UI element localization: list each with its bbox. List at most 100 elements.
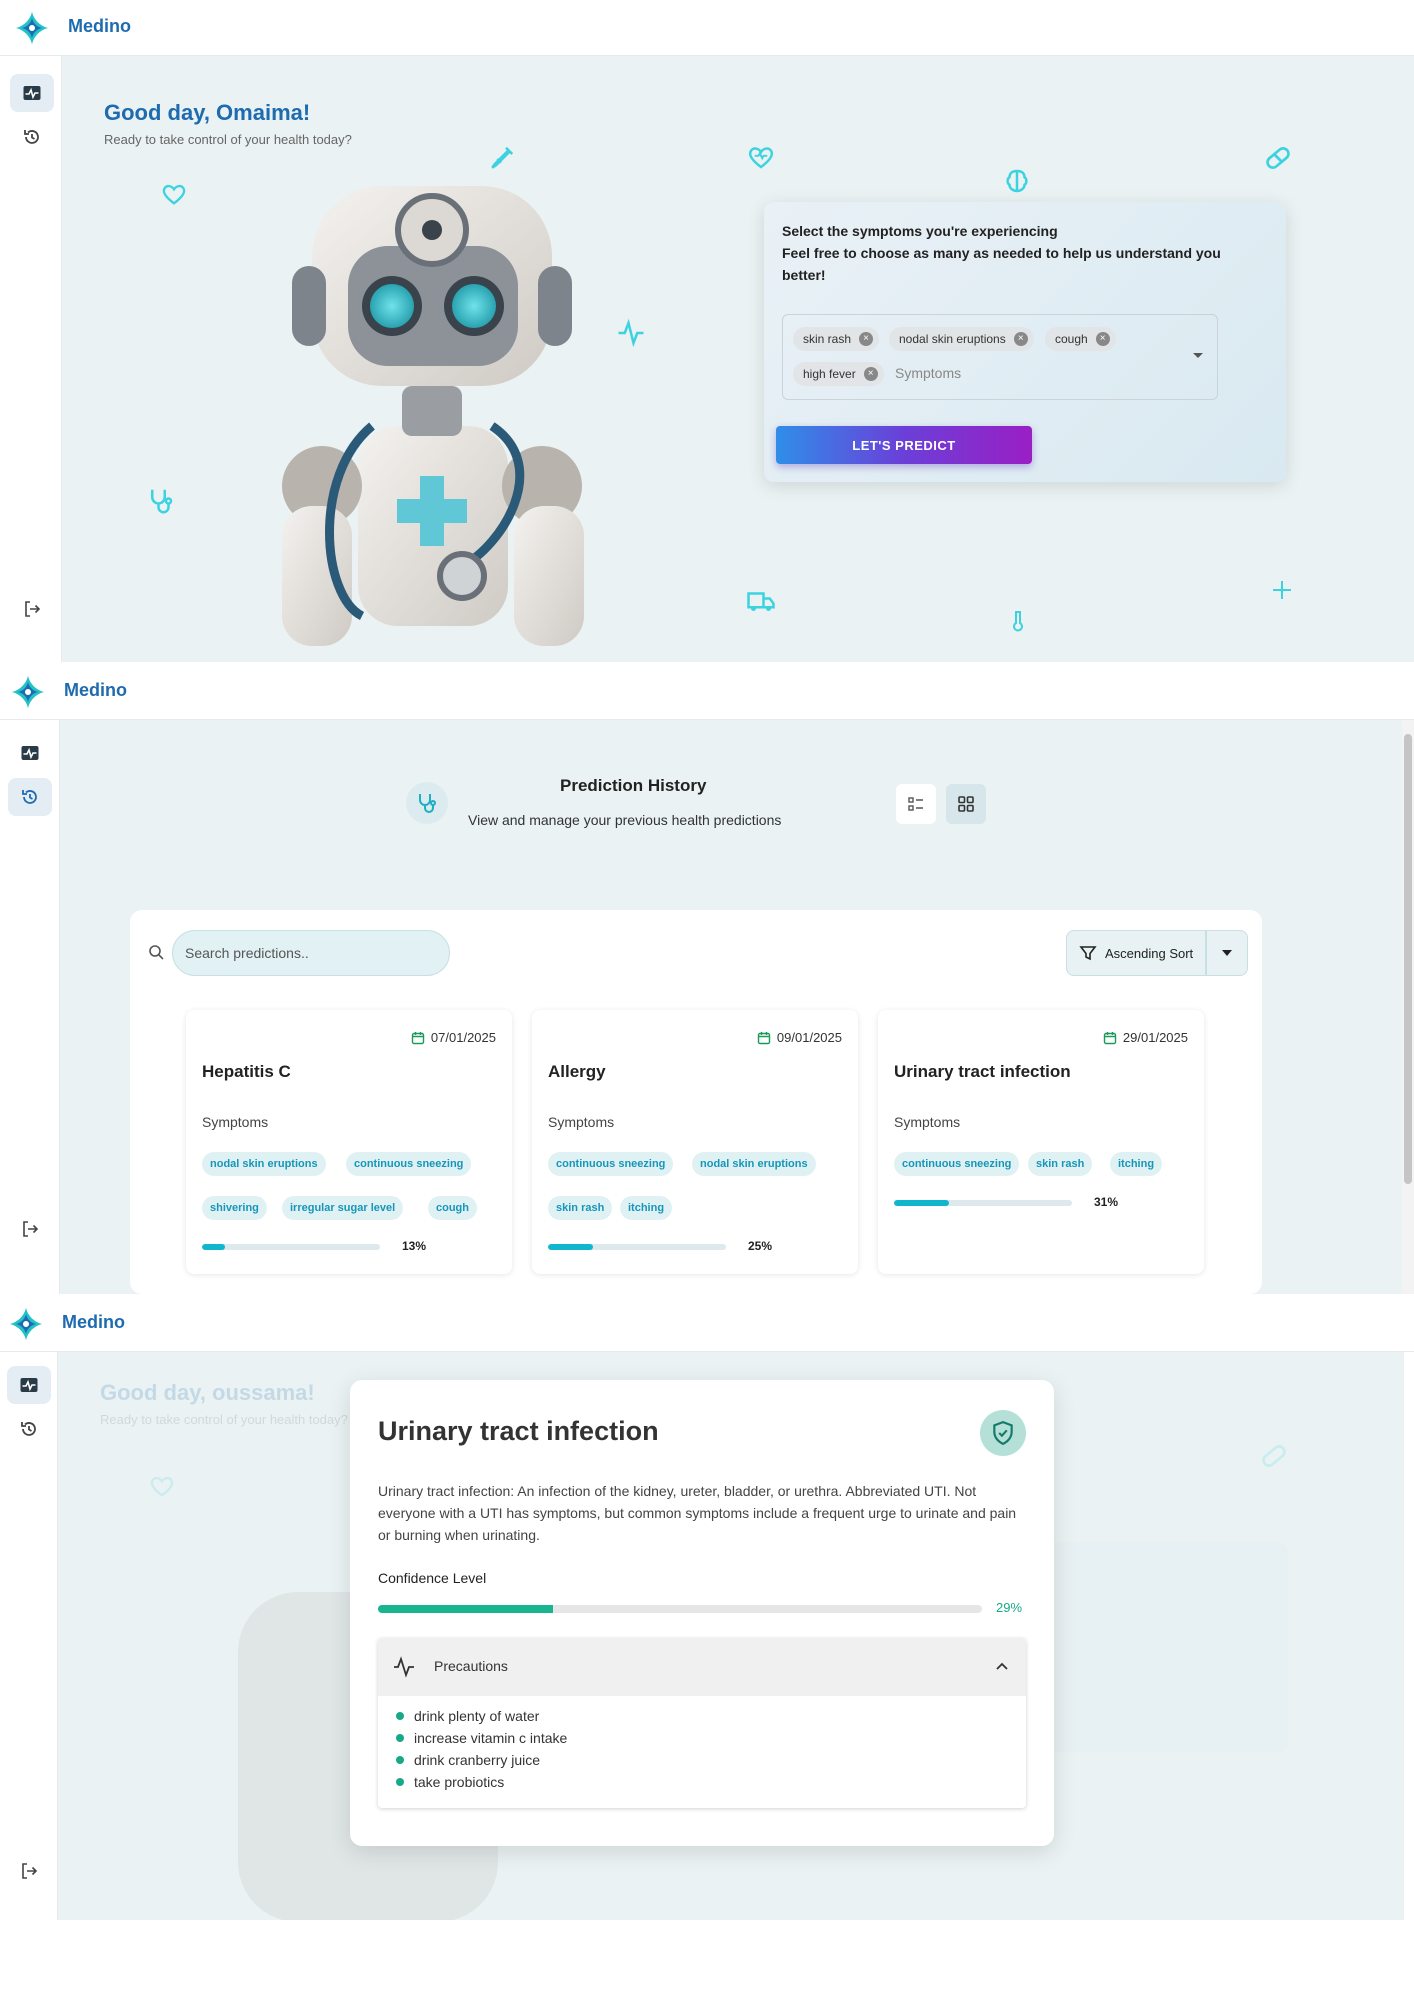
- sidebar-item-logout[interactable]: [7, 1852, 51, 1890]
- symptom-tag: irregular sugar level: [282, 1196, 404, 1220]
- prediction-date: 07/01/2025: [411, 1030, 496, 1045]
- heart-icon: [150, 1476, 174, 1497]
- background-symptom-card: [1048, 1542, 1288, 1752]
- confidence-bar: [378, 1605, 982, 1613]
- stethoscope-icon: [419, 794, 436, 813]
- search-input[interactable]: [172, 930, 450, 976]
- symptom-chip: cough ×: [1045, 327, 1116, 351]
- pill-icon: [1262, 1445, 1286, 1467]
- result-disease-title: Urinary tract infection: [378, 1416, 659, 1446]
- logout-icon: [20, 1219, 40, 1239]
- bullet: [396, 1734, 404, 1742]
- logout-icon: [22, 599, 42, 619]
- sort-button[interactable]: Ascending Sort: [1066, 930, 1206, 976]
- thermometer-icon: [1013, 611, 1023, 632]
- history-icon: [19, 1419, 39, 1439]
- confidence-bar: [548, 1244, 726, 1250]
- scrollbar-thumb[interactable]: [1404, 734, 1412, 1184]
- remove-chip-icon[interactable]: ×: [863, 367, 878, 381]
- sort-label: Ascending Sort: [1105, 945, 1194, 961]
- symptom-chip: skin rash ×: [793, 327, 880, 351]
- sidebar-item-logout[interactable]: [8, 1210, 52, 1248]
- stethoscope-icon: [151, 489, 173, 514]
- scrollbar[interactable]: [1402, 720, 1414, 1294]
- sidebar-item-history[interactable]: [7, 1410, 51, 1448]
- result-description: Urinary tract infection: An infection of…: [378, 1483, 1017, 1543]
- heart-monitor-icon: [19, 1375, 39, 1395]
- symptoms-multiselect[interactable]: skin rash × nodal skin eruptions × cough × …: [782, 314, 1218, 400]
- sidebar-item-logout[interactable]: [10, 590, 54, 628]
- robot-doctor-illustration: [282, 186, 584, 646]
- chevron-down-icon[interactable]: [1193, 353, 1203, 358]
- plus-icon: [1273, 581, 1291, 599]
- ambulance-icon: [747, 592, 775, 611]
- remove-chip-icon[interactable]: ×: [1013, 332, 1028, 346]
- confidence-bar-fill: [548, 1244, 593, 1250]
- precautions-header[interactable]: Precautions: [378, 1638, 1026, 1696]
- prediction-card[interactable]: 29/01/2025 Urinary tract infection Sympt…: [878, 1010, 1204, 1274]
- brand-name: Medino: [68, 16, 131, 36]
- list-view-button[interactable]: [896, 784, 936, 824]
- grid-view-button[interactable]: [946, 784, 986, 824]
- confidence-value: 29%: [996, 1600, 1023, 1615]
- history-icon: [22, 127, 42, 147]
- symptom-prompt-title: Select the symptoms you're experiencing: [782, 223, 1058, 239]
- symptom-prompt: Select the symptoms you're experiencing …: [782, 220, 1262, 286]
- bullet: [396, 1756, 404, 1764]
- confidence-value: 31%: [1094, 1195, 1119, 1209]
- top-bar: Medino: [0, 0, 1414, 56]
- sidebar-item-predict[interactable]: [8, 734, 52, 772]
- logout-icon: [19, 1861, 39, 1881]
- symptom-prompt-help: Feel free to choose as many as needed to…: [782, 245, 1221, 283]
- chevron-up-icon[interactable]: [996, 1662, 1008, 1670]
- confidence-value: 25%: [748, 1239, 773, 1253]
- stethoscope-icon-badge: [406, 782, 448, 824]
- prediction-card[interactable]: 09/01/2025 Allergy Symptoms continuous s…: [532, 1010, 858, 1274]
- symptom-tag: nodal skin eruptions: [692, 1152, 816, 1176]
- prediction-card[interactable]: 07/01/2025 Hepatitis C Symptoms nodal sk…: [186, 1010, 512, 1274]
- prediction-date: 29/01/2025: [1103, 1030, 1188, 1045]
- search-icon: [149, 945, 164, 960]
- heart-monitor-icon: [22, 83, 42, 103]
- confidence-bar-fill: [378, 1605, 554, 1613]
- sidebar: [0, 720, 60, 1294]
- prediction-result-dialog: Urinary tract infection Urinary tract in…: [350, 1380, 1054, 1846]
- remove-chip-icon[interactable]: ×: [859, 332, 874, 346]
- symptoms-label: Symptoms: [548, 1114, 615, 1130]
- sidebar-item-history[interactable]: [8, 778, 52, 816]
- history-panel: Ascending Sort 07/01/2025 Hepatitis C Sy…: [130, 910, 1262, 1294]
- predict-button[interactable]: LET'S PREDICT: [776, 426, 1032, 464]
- sidebar-item-predict[interactable]: [7, 1366, 51, 1404]
- prediction-disease: Hepatitis C: [202, 1062, 291, 1081]
- brain-icon: [1006, 169, 1028, 193]
- bullet: [396, 1712, 404, 1720]
- brand-name: Medino: [64, 680, 127, 700]
- symptoms-input-placeholder[interactable]: Symptoms: [895, 365, 961, 381]
- confidence-bar: [894, 1200, 1072, 1206]
- confidence-bar-fill: [894, 1200, 950, 1206]
- heart-icon: [162, 184, 186, 205]
- activity-icon: [618, 318, 644, 348]
- history-screen: Medino Prediction History View and manag…: [0, 664, 1414, 1294]
- page-title: Prediction History: [560, 776, 707, 795]
- prediction-screen: Medino Good day, Omaima! Ready to take c…: [0, 0, 1414, 662]
- sort-dropdown-button[interactable]: [1206, 930, 1248, 976]
- grid-view-icon: [958, 796, 974, 812]
- calendar-icon: [757, 1031, 771, 1044]
- medical-cross-logo: [10, 674, 46, 710]
- list-view-icon: [908, 797, 923, 811]
- calendar-icon: [1103, 1031, 1117, 1044]
- symptom-tag: continuous sneezing: [894, 1152, 1020, 1176]
- prediction-disease: Urinary tract infection: [894, 1062, 1071, 1081]
- sidebar-item-history[interactable]: [10, 118, 54, 156]
- symptom-tag: skin rash: [1028, 1152, 1093, 1176]
- confidence-bar-fill: [202, 1244, 226, 1250]
- main-content: Good day, oussama! Ready to take control…: [58, 1352, 1404, 1920]
- sidebar-item-predict[interactable]: [10, 74, 54, 112]
- confidence-value: 13%: [402, 1239, 427, 1253]
- top-bar: Medino: [0, 664, 1414, 720]
- main-content: Prediction History View and manage your …: [60, 720, 1402, 1294]
- precaution-item: drink cranberry juice: [396, 1752, 540, 1768]
- remove-chip-icon[interactable]: ×: [1095, 332, 1110, 346]
- activity-icon: [394, 1656, 414, 1678]
